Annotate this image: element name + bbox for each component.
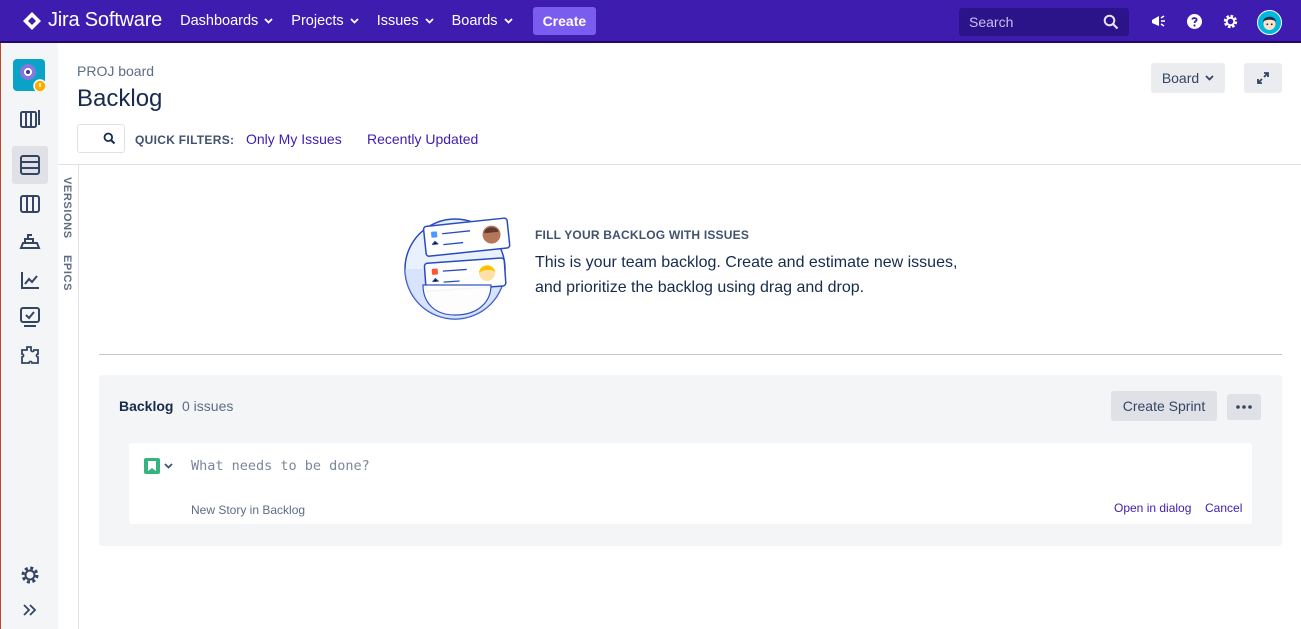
inline-create-hint: New Story in Backlog — [191, 503, 306, 517]
product-name: Jira Software — [48, 9, 163, 31]
filter-only-my-issues[interactable]: Only My Issues — [246, 131, 342, 147]
profile-avatar[interactable] — [1257, 10, 1282, 35]
vertical-tabs: VERSIONS EPICS — [58, 165, 79, 629]
inline-issue-create: New Story in Backlog Open in dialog Canc… — [129, 443, 1252, 524]
nav-issues[interactable]: Issues — [377, 13, 434, 29]
backlog-search-input[interactable] — [77, 124, 125, 153]
board-button-label: Board — [1161, 70, 1200, 86]
chevron-down-icon — [164, 463, 173, 469]
header-divider — [58, 164, 1301, 165]
top-navigation: Jira Software Dashboards Projects Issues… — [0, 0, 1301, 43]
issue-type-picker[interactable] — [144, 458, 173, 474]
components-icon[interactable] — [18, 343, 42, 367]
nav-projects-label: Projects — [291, 12, 344, 29]
chevron-down-icon — [1205, 75, 1214, 81]
cancel-link[interactable]: Cancel — [1205, 501, 1242, 515]
help-icon[interactable] — [1186, 13, 1203, 30]
settings-icon[interactable] — [1222, 13, 1239, 30]
empty-state-description: This is your team backlog. Create and es… — [535, 250, 975, 300]
project-sidebar — [0, 43, 58, 629]
nav-boards[interactable]: Boards — [452, 13, 513, 29]
backlog-issue-count: 0 issues — [182, 398, 234, 414]
epics-tab[interactable]: EPICS — [61, 255, 73, 291]
backlog-title: Backlog — [119, 398, 174, 414]
page-title: Backlog — [77, 85, 163, 112]
nav-dashboards-label: Dashboards — [180, 12, 259, 29]
search-input[interactable]: Search — [959, 8, 1129, 36]
nav-dashboards[interactable]: Dashboards — [180, 13, 273, 29]
search-icon — [1103, 14, 1119, 30]
empty-state-heading: FILL YOUR BACKLOG WITH ISSUES — [535, 228, 750, 242]
board-icon[interactable] — [18, 192, 42, 216]
reports-icon[interactable] — [18, 268, 42, 292]
filter-recently-updated[interactable]: Recently Updated — [367, 131, 478, 147]
jira-logo[interactable]: Jira Software — [22, 9, 162, 32]
quick-filters-label: QUICK FILTERS: — [135, 133, 235, 147]
project-avatar[interactable] — [13, 59, 47, 93]
expand-icon — [1257, 72, 1269, 84]
section-divider — [99, 354, 1282, 355]
more-actions-button[interactable] — [1227, 394, 1261, 420]
board-dropdown-button[interactable]: Board — [1151, 63, 1225, 93]
chevron-down-icon — [350, 17, 359, 24]
create-button[interactable]: Create — [532, 6, 597, 35]
chevron-down-icon — [264, 17, 273, 24]
nav-boards-label: Boards — [451, 12, 498, 29]
search-icon — [103, 132, 116, 145]
chevron-down-icon — [424, 17, 434, 24]
project-settings-icon[interactable] — [18, 563, 42, 587]
nav-issues-label: Issues — [376, 12, 419, 29]
project-avatar-icon — [20, 64, 47, 93]
story-icon — [144, 458, 160, 474]
empty-backlog-illustration — [404, 217, 511, 320]
more-icon — [1236, 405, 1252, 409]
open-in-dialog-link[interactable]: Open in dialog — [1114, 501, 1191, 515]
versions-tab[interactable]: VERSIONS — [61, 177, 73, 239]
issue-summary-input[interactable] — [191, 455, 891, 477]
empty-state-line-2: and prioritize the backlog using drag an… — [535, 279, 865, 296]
backlog-container: Backlog 0 issues Create Sprint New Story… — [99, 375, 1282, 546]
breadcrumb[interactable]: PROJ board — [77, 63, 154, 79]
notifications-icon[interactable] — [1150, 13, 1167, 30]
backlog-icon[interactable] — [18, 153, 42, 177]
search-placeholder: Search — [969, 14, 1014, 30]
chevron-down-icon — [503, 17, 513, 24]
nav-projects[interactable]: Projects — [291, 12, 359, 29]
releases-icon[interactable] — [18, 230, 42, 254]
expand-sidebar-icon[interactable] — [18, 598, 42, 622]
empty-state-line-1: This is your team backlog. Create and es… — [535, 254, 958, 271]
roadmap-icon[interactable] — [18, 107, 42, 131]
fullscreen-button[interactable] — [1244, 63, 1282, 93]
issues-icon[interactable] — [18, 305, 42, 329]
create-sprint-button[interactable]: Create Sprint — [1111, 391, 1217, 421]
jira-icon — [23, 11, 41, 30]
